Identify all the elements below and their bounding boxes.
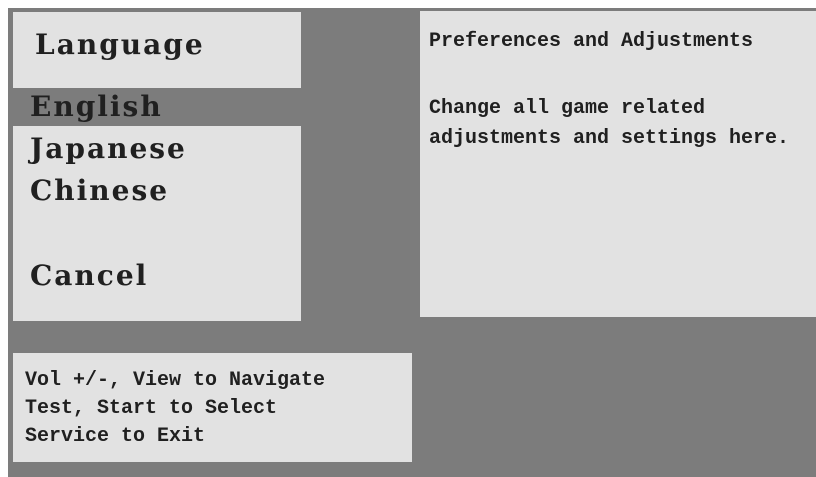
- menu-title-panel: Language: [13, 12, 301, 88]
- description-line: Change all game related: [429, 97, 706, 120]
- controls-help-text: Vol +/-, View to Navigate Test, Start to…: [25, 367, 325, 451]
- controls-help-panel: Vol +/-, View to Navigate Test, Start to…: [13, 353, 412, 462]
- description-heading: Preferences and Adjustments: [429, 30, 754, 53]
- menu-title: Language: [35, 28, 205, 61]
- menu-item-cancel[interactable]: Cancel: [13, 257, 301, 295]
- language-menu: English Japanese Chinese Cancel: [13, 88, 301, 321]
- help-line-select: Test, Start to Select: [25, 397, 278, 420]
- description-body: Change all game related adjustments and …: [429, 94, 789, 154]
- menu-item-japanese[interactable]: Japanese: [13, 130, 301, 168]
- help-line-exit: Service to Exit: [25, 425, 206, 448]
- help-line-navigate: Vol +/-, View to Navigate: [25, 369, 326, 392]
- description-panel: Preferences and Adjustments Change all g…: [420, 11, 816, 317]
- service-menu-screen: Language English Japanese Chinese Cancel…: [8, 8, 816, 477]
- menu-item-chinese[interactable]: Chinese: [13, 172, 301, 210]
- menu-item-english[interactable]: English: [13, 88, 301, 126]
- description-line: adjustments and settings here.: [429, 127, 790, 150]
